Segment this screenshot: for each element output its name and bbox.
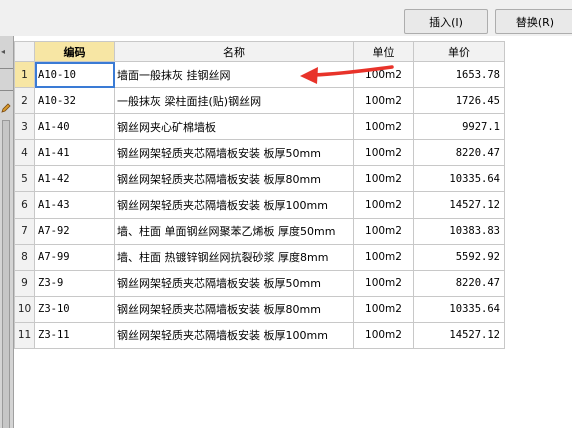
corner-header[interactable] bbox=[14, 41, 35, 62]
column-header-name[interactable]: 名称 bbox=[114, 41, 354, 62]
code-cell[interactable]: Z3-9 bbox=[34, 269, 115, 297]
unit-cell[interactable]: 100m2 bbox=[353, 87, 414, 115]
vertical-scrollbar[interactable] bbox=[2, 120, 10, 428]
table-row[interactable]: 2 A10-32 一般抹灰 梁柱面挂(贴)钢丝网 100m2 1726.45 bbox=[14, 87, 505, 115]
price-cell[interactable]: 14527.12 bbox=[413, 321, 505, 350]
row-number[interactable]: 4 bbox=[14, 139, 35, 167]
toolbar: 插入(I) 替换(R) bbox=[0, 0, 572, 36]
unit-cell[interactable]: 100m2 bbox=[353, 60, 414, 89]
row-number[interactable]: 9 bbox=[14, 269, 35, 297]
table-row[interactable]: 7 A7-92 墙、柱面 单面钢丝网聚苯乙烯板 厚度50mm 100m2 10383.8… bbox=[14, 217, 505, 245]
price-cell[interactable]: 14527.12 bbox=[413, 191, 505, 219]
unit-cell[interactable]: 100m2 bbox=[353, 165, 414, 193]
code-cell[interactable]: A1-40 bbox=[34, 113, 115, 141]
column-header-unit[interactable]: 单位 bbox=[353, 41, 414, 62]
name-cell[interactable]: 钢丝网夹心矿棉墙板 bbox=[114, 113, 354, 141]
row-number[interactable]: 8 bbox=[14, 243, 35, 271]
row-number[interactable]: 2 bbox=[14, 87, 35, 115]
unit-cell[interactable]: 100m2 bbox=[353, 295, 414, 323]
divider bbox=[0, 68, 13, 69]
table-row[interactable]: 5 A1-42 钢丝网架轻质夹芯隔墙板安装 板厚80mm 100m2 10335.64 bbox=[14, 165, 505, 193]
name-cell[interactable]: 钢丝网架轻质夹芯隔墙板安装 板厚50mm bbox=[114, 269, 354, 297]
code-cell[interactable]: A1-43 bbox=[34, 191, 115, 219]
price-cell[interactable]: 10335.64 bbox=[413, 295, 505, 323]
code-cell[interactable]: Z3-10 bbox=[34, 295, 115, 323]
name-cell[interactable]: 墙、柱面 单面钢丝网聚苯乙烯板 厚度50mm bbox=[114, 217, 354, 245]
unit-cell[interactable]: 100m2 bbox=[353, 113, 414, 141]
price-cell[interactable]: 10335.64 bbox=[413, 165, 505, 193]
insert-button[interactable]: 插入(I) bbox=[404, 9, 488, 34]
name-cell[interactable]: 墙面一般抹灰 挂钢丝网 bbox=[114, 60, 354, 89]
row-number[interactable]: 10 bbox=[14, 295, 35, 323]
unit-cell[interactable]: 100m2 bbox=[353, 269, 414, 297]
price-cell[interactable]: 9927.1 bbox=[413, 113, 505, 141]
collapse-arrow-icon[interactable]: ◂ bbox=[1, 47, 5, 56]
table-row[interactable]: 6 A1-43 钢丝网架轻质夹芯隔墙板安装 板厚100mm 100m2 14527.12 bbox=[14, 191, 505, 219]
code-cell[interactable]: A7-99 bbox=[34, 243, 115, 271]
code-cell[interactable]: A10-32 bbox=[34, 87, 115, 115]
table-row[interactable]: 8 A7-99 墙、柱面 热镀锌钢丝网抗裂砂浆 厚度8mm 100m2 5592.92 bbox=[14, 243, 505, 271]
name-cell[interactable]: 钢丝网架轻质夹芯隔墙板安装 板厚80mm bbox=[114, 165, 354, 193]
price-cell[interactable]: 1726.45 bbox=[413, 87, 505, 115]
row-number[interactable]: 5 bbox=[14, 165, 35, 193]
code-cell[interactable]: A7-92 bbox=[34, 217, 115, 245]
price-cell[interactable]: 10383.83 bbox=[413, 217, 505, 245]
column-header-price[interactable]: 单价 bbox=[413, 41, 505, 62]
unit-cell[interactable]: 100m2 bbox=[353, 243, 414, 271]
name-cell[interactable]: 一般抹灰 梁柱面挂(贴)钢丝网 bbox=[114, 87, 354, 115]
table-row[interactable]: 11 Z3-11 钢丝网架轻质夹芯隔墙板安装 板厚100mm 100m2 14527.1… bbox=[14, 321, 505, 350]
unit-cell[interactable]: 100m2 bbox=[353, 217, 414, 245]
replace-button[interactable]: 替换(R) bbox=[495, 9, 572, 34]
price-cell[interactable]: 5592.92 bbox=[413, 243, 505, 271]
quota-table: 编码 名称 单位 单价 1 A10-10 墙面一般抹灰 挂钢丝网 100m2 1653.… bbox=[14, 41, 505, 350]
name-cell[interactable]: 钢丝网架轻质夹芯隔墙板安装 板厚100mm bbox=[114, 191, 354, 219]
table-row[interactable]: 9 Z3-9 钢丝网架轻质夹芯隔墙板安装 板厚50mm 100m2 8220.47 bbox=[14, 269, 505, 297]
price-cell[interactable]: 8220.47 bbox=[413, 269, 505, 297]
name-cell[interactable]: 钢丝网架轻质夹芯隔墙板安装 板厚80mm bbox=[114, 295, 354, 323]
table-header-row: 编码 名称 单位 单价 bbox=[14, 41, 505, 62]
row-number[interactable]: 11 bbox=[14, 321, 35, 350]
row-number[interactable]: 6 bbox=[14, 191, 35, 219]
code-cell[interactable]: A10-10 bbox=[34, 60, 115, 89]
unit-cell[interactable]: 100m2 bbox=[353, 191, 414, 219]
column-header-code[interactable]: 编码 bbox=[34, 41, 115, 62]
name-cell[interactable]: 墙、柱面 热镀锌钢丝网抗裂砂浆 厚度8mm bbox=[114, 243, 354, 271]
left-panel-strip: ◂ bbox=[0, 36, 14, 428]
code-cell[interactable]: Z3-11 bbox=[34, 321, 115, 350]
unit-cell[interactable]: 100m2 bbox=[353, 321, 414, 350]
pencil-icon[interactable] bbox=[0, 102, 12, 114]
table-row[interactable]: 1 A10-10 墙面一般抹灰 挂钢丝网 100m2 1653.78 bbox=[14, 60, 505, 89]
divider bbox=[0, 90, 13, 91]
price-cell[interactable]: 8220.47 bbox=[413, 139, 505, 167]
code-cell[interactable]: A1-42 bbox=[34, 165, 115, 193]
table-row[interactable]: 4 A1-41 钢丝网架轻质夹芯隔墙板安装 板厚50mm 100m2 8220.47 bbox=[14, 139, 505, 167]
row-number[interactable]: 1 bbox=[14, 60, 35, 89]
name-cell[interactable]: 钢丝网架轻质夹芯隔墙板安装 板厚50mm bbox=[114, 139, 354, 167]
row-number[interactable]: 3 bbox=[14, 113, 35, 141]
code-cell[interactable]: A1-41 bbox=[34, 139, 115, 167]
table-row[interactable]: 10 Z3-10 钢丝网架轻质夹芯隔墙板安装 板厚80mm 100m2 10335.64 bbox=[14, 295, 505, 323]
unit-cell[interactable]: 100m2 bbox=[353, 139, 414, 167]
price-cell[interactable]: 1653.78 bbox=[413, 60, 505, 89]
row-number[interactable]: 7 bbox=[14, 217, 35, 245]
table-row[interactable]: 3 A1-40 钢丝网夹心矿棉墙板 100m2 9927.1 bbox=[14, 113, 505, 141]
name-cell[interactable]: 钢丝网架轻质夹芯隔墙板安装 板厚100mm bbox=[114, 321, 354, 350]
